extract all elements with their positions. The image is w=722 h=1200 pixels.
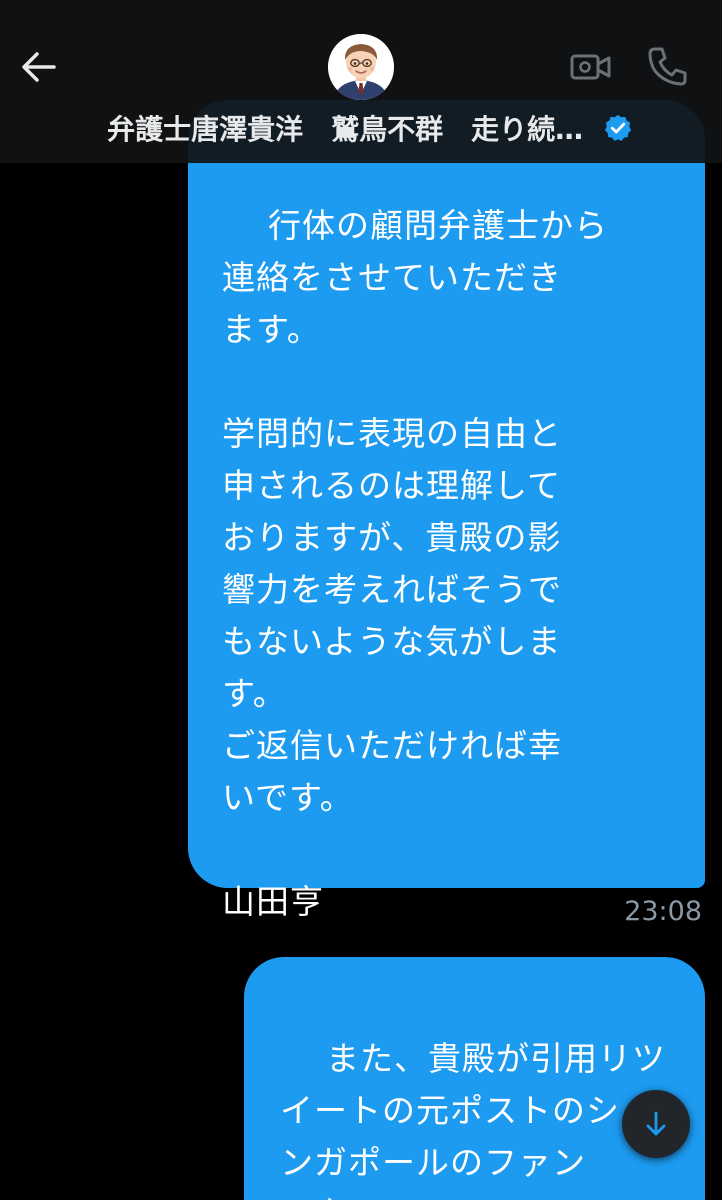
- contact-name-row[interactable]: 弁護士唐澤貴洋 鷲鳥不群 走り続…: [0, 108, 722, 148]
- message-text: また、貴殿が引用リツ イートの元ポストのシ ンガポールのファン と言うのは: [280, 1039, 666, 1200]
- video-call-button[interactable]: [569, 47, 613, 87]
- avatar[interactable]: [328, 34, 394, 100]
- conversation-header: 弁護士唐澤貴洋 鷲鳥不群 走り続…: [0, 0, 722, 163]
- back-button[interactable]: [18, 46, 60, 88]
- voice-call-button[interactable]: [647, 45, 689, 87]
- verified-badge-icon: [604, 114, 631, 141]
- message-bubble[interactable]: また、貴殿が引用リツ イートの元ポストのシ ンガポールのファン と言うのは: [244, 957, 705, 1200]
- arrow-left-icon: [22, 52, 56, 82]
- message-text: 行体の顧問弁護士から 連絡をさせていただき ます。 学問的に表現の自由と 申され…: [222, 206, 608, 921]
- message-thread[interactable]: 行体の顧問弁護士から 連絡をさせていただき ます。 学問的に表現の自由と 申され…: [0, 0, 722, 1200]
- message-timestamp: 23:08: [624, 896, 702, 927]
- video-camera-icon: [570, 54, 611, 80]
- scroll-to-bottom-button[interactable]: [622, 1090, 690, 1158]
- phone-icon: [648, 47, 687, 86]
- contact-name: 弁護士唐澤貴洋 鷲鳥不群 走り続…: [107, 113, 584, 146]
- message-bubble[interactable]: 行体の顧問弁護士から 連絡をさせていただき ます。 学問的に表現の自由と 申され…: [188, 100, 705, 921]
- arrow-down-icon: [646, 1111, 666, 1136]
